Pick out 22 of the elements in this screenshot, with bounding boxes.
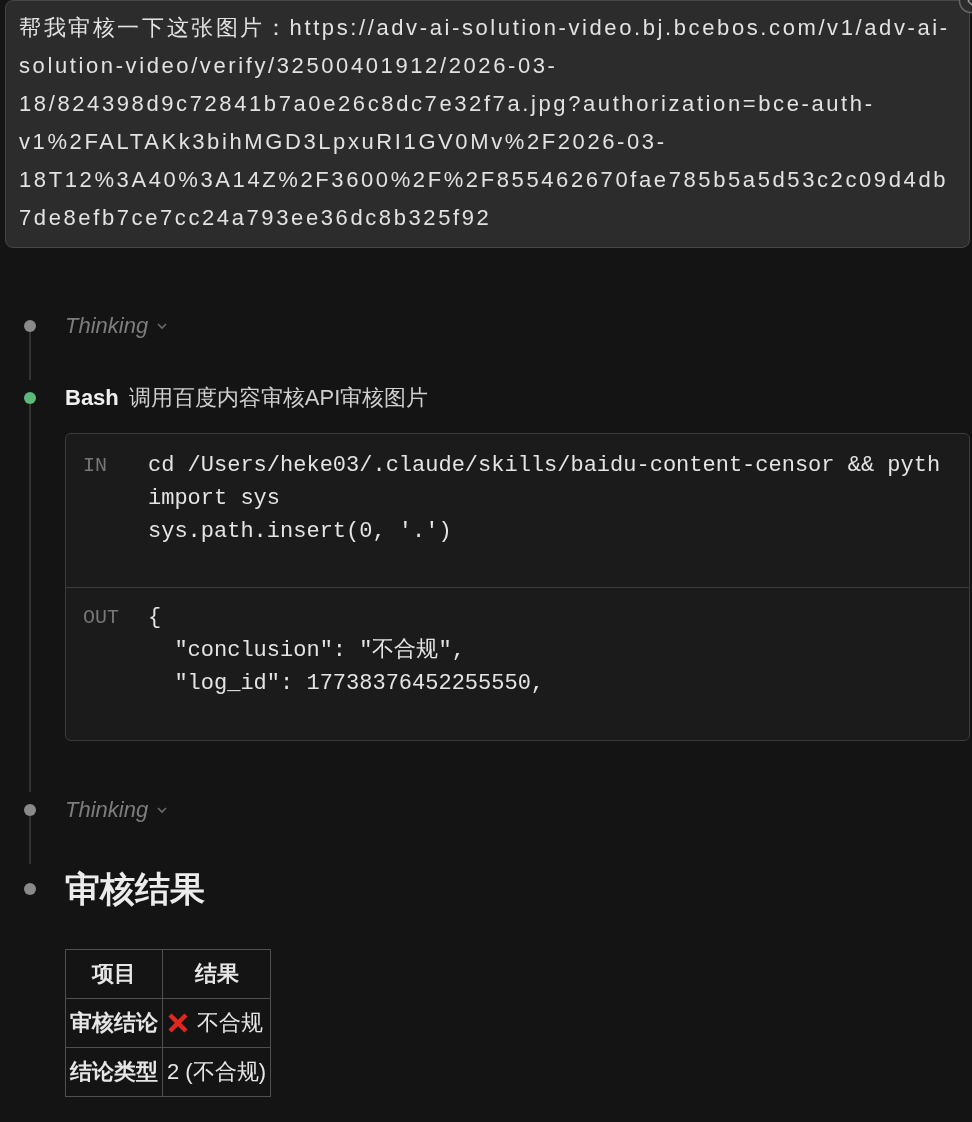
table-cell: 审核结论 <box>65 998 163 1048</box>
input-label: IN <box>83 453 108 479</box>
table-cell: 结论类型 <box>65 1047 163 1097</box>
user-message: 帮我审核一下这张图片：https://adv-ai-solution-video.bj.bcebos.com/v1/adv-ai-solution-video/verify/32500401912/2026-03-18/824398d9c72841b7a0e26c8dc7e32f7a.jpg?authorization=bce-auth-v1%2FALTAKk3bihMGD3LpxuRI1GV0Mv%2F2026-03-18T12%3A40%3A14Z%2F3600%2F%2F855462670fae785b5a5d53c2c09d4db7de8efb7ce7cc24a793ee36dc8b325f92 <box>5 0 970 248</box>
table-cell: 2 (不合规) <box>162 1047 271 1097</box>
thinking-toggle[interactable]: Thinking <box>65 797 149 823</box>
chevron-icon[interactable] <box>156 806 169 814</box>
output-label: OUT <box>83 605 120 631</box>
chevron-icon[interactable] <box>156 322 169 330</box>
code-line: sys.path.insert(0, '.') <box>148 518 452 546</box>
code-line: cd /Users/heke03/.claude/skills/baidu-content-censor && pyth <box>148 452 941 480</box>
code-line: "conclusion": "不合规", <box>173 637 465 665</box>
code-line: "log_id": 17738376452255550, <box>173 670 545 698</box>
table-cell-text: 不合规 <box>197 1009 263 1037</box>
thinking-toggle[interactable]: Thinking <box>65 313 149 339</box>
tool-name: Bash <box>65 385 119 411</box>
code-line: { <box>148 604 162 632</box>
column-header: 项目 <box>65 949 163 999</box>
column-header: 结果 <box>162 949 271 999</box>
code-line: import sys <box>148 485 281 513</box>
tool-description: 调用百度内容审核API审核图片 <box>128 384 429 412</box>
result-heading: 审核结果 <box>65 868 206 910</box>
